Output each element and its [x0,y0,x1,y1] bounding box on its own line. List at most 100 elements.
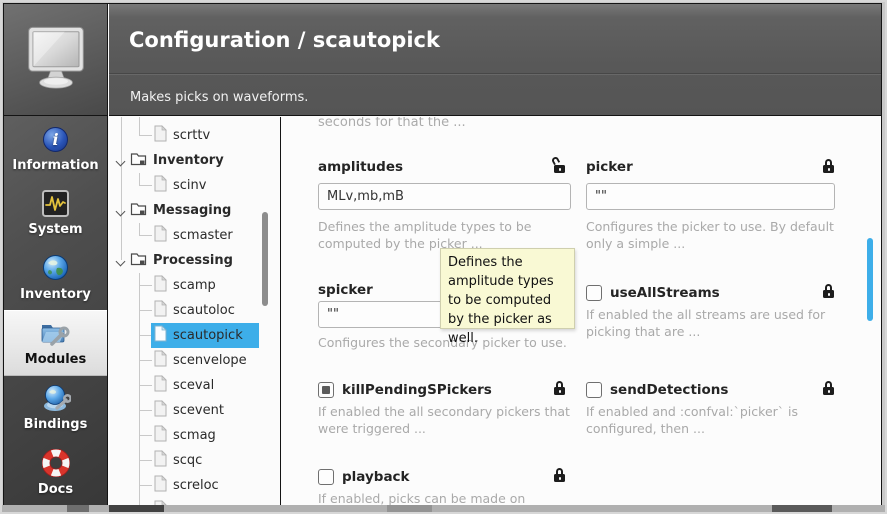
tree-item-label: Processing [153,253,233,268]
tree-item-scqc[interactable]: scqc [109,448,280,473]
file-icon [153,450,167,471]
amplitudes-input[interactable] [318,183,571,210]
tree-item-label: sceval [173,378,214,393]
sidebar-item-label: Bindings [24,417,88,432]
tree-item-label: scrttv [173,128,210,143]
sidebar-item-system[interactable]: System [4,181,107,245]
page-subtitle: Makes picks on waveforms. [130,90,308,105]
tree-item-scmaster[interactable]: scmaster [109,223,280,248]
folder-wrench-icon [40,319,71,347]
tree-item-label: scinv [173,178,206,193]
file-icon [153,475,167,496]
sidebar-item-label: Information [12,158,98,173]
sidebar-item-label: Docs [38,482,73,497]
playback-checkbox[interactable] [318,469,334,485]
tree-item-sceval[interactable]: sceval [109,373,280,398]
picker-label: picker [586,159,633,175]
tree-item-scevent[interactable]: scevent [109,398,280,423]
tree-item-label: scenvelope [173,353,247,368]
killpendingspickers-checkbox[interactable] [318,382,334,398]
sidebar-item-label: Modules [25,352,86,367]
senddetections-row: sendDetections [586,381,728,398]
header-separator [109,73,881,75]
file-icon [153,175,167,196]
tree-item-partial[interactable] [109,498,280,505]
sidebar-item-information[interactable]: i Information [4,117,107,181]
picker-input[interactable] [586,183,835,210]
file-icon [153,225,167,246]
tree-item-scinv[interactable]: scinv [109,173,280,198]
lock-closed-icon[interactable] [553,381,566,395]
tree-item-scautoloc[interactable]: scautoloc [109,298,280,323]
killpendingspickers-description: If enabled the all secondary pickers tha… [318,404,578,437]
senddetections-checkbox[interactable] [586,382,602,398]
taskbar-segment [67,505,89,512]
globe-wrench-icon [41,384,71,412]
system-waveform-icon [42,189,69,217]
main-scrollbar-thumb[interactable] [867,238,873,321]
useallstreams-row: useAllStreams [586,284,720,301]
file-icon [153,275,167,296]
globe-icon [42,254,69,282]
tree-item-screloc[interactable]: screloc [109,473,280,498]
file-icon [153,400,167,421]
monitor-icon [21,26,91,94]
tree-item-label: scqc [173,453,202,468]
app-logo-box [4,4,107,116]
tree-item-label: scmaster [173,228,233,243]
lock-closed-icon[interactable] [822,284,835,298]
tree-item-scmag[interactable]: scmag [109,423,280,448]
folder-icon [130,151,147,170]
useallstreams-description: If enabled the all streams are used for … [586,307,835,340]
tree-item-label: scautoloc [173,303,235,318]
spicker-label: spicker [318,282,373,298]
tree-item-label: screloc [173,478,219,493]
folder-icon [130,251,147,270]
page-title: Configuration / scautopick [129,28,440,52]
tree-item-label: Messaging [153,203,231,218]
taskbar-segment [772,505,832,512]
file-icon [153,425,167,446]
chevron-down-icon[interactable] [116,156,126,166]
tree-item-scrttv[interactable]: scrttv [109,123,280,148]
amplitudes-label: amplitudes [318,159,403,175]
sidebar-item-modules[interactable]: Modules [4,310,107,376]
sidebar-item-bindings[interactable]: Bindings [4,376,107,440]
file-icon [153,300,167,321]
tree-item-processing[interactable]: Processing [109,248,280,273]
tree-item-scenvelope[interactable]: scenvelope [109,348,280,373]
picker-description: Configures the picker to use. By default… [586,219,835,252]
tree-item-label: scamp [173,278,216,293]
lock-closed-icon[interactable] [822,381,835,395]
clipped-description: seconds for that the ... [318,117,466,130]
tree-item-scautopick[interactable]: scautopick [109,323,280,348]
lock-open-icon[interactable] [553,159,566,173]
lock-closed-icon[interactable] [822,159,835,173]
senddetections-label: sendDetections [610,382,728,398]
sidebar-nav: i Information System [4,117,107,505]
tree-scrollbar-thumb[interactable] [262,212,268,306]
useallstreams-label: useAllStreams [610,285,720,301]
scconfig-app: i Information System [3,3,882,506]
killpendingspickers-label: killPendingSPickers [342,382,492,398]
chevron-down-icon[interactable] [116,206,126,216]
sidebar-item-docs[interactable]: Docs [4,441,107,505]
tree-item-inventory[interactable]: Inventory [109,148,280,173]
info-icon: i [43,125,68,153]
sidebar-item-label: System [28,222,82,237]
chevron-down-icon[interactable] [116,256,126,266]
playback-description: If enabled, picks can be made on [318,491,578,505]
useallstreams-checkbox[interactable] [586,285,602,301]
tree-item-scamp[interactable]: scamp [109,273,280,298]
lock-closed-icon[interactable] [553,468,566,482]
file-icon [153,375,167,396]
sidebar-item-inventory[interactable]: Inventory [4,246,107,310]
taskbar-segment [109,505,164,512]
page-header: Configuration / scautopick Makes picks o… [109,4,881,116]
taskbar-segment [387,505,432,512]
app-window: i Information System [0,0,887,514]
file-icon [153,125,167,146]
tree-item-messaging[interactable]: Messaging [109,198,280,223]
module-tree: scrttv Inventory scinv [109,117,281,505]
lifebuoy-icon [42,449,70,477]
